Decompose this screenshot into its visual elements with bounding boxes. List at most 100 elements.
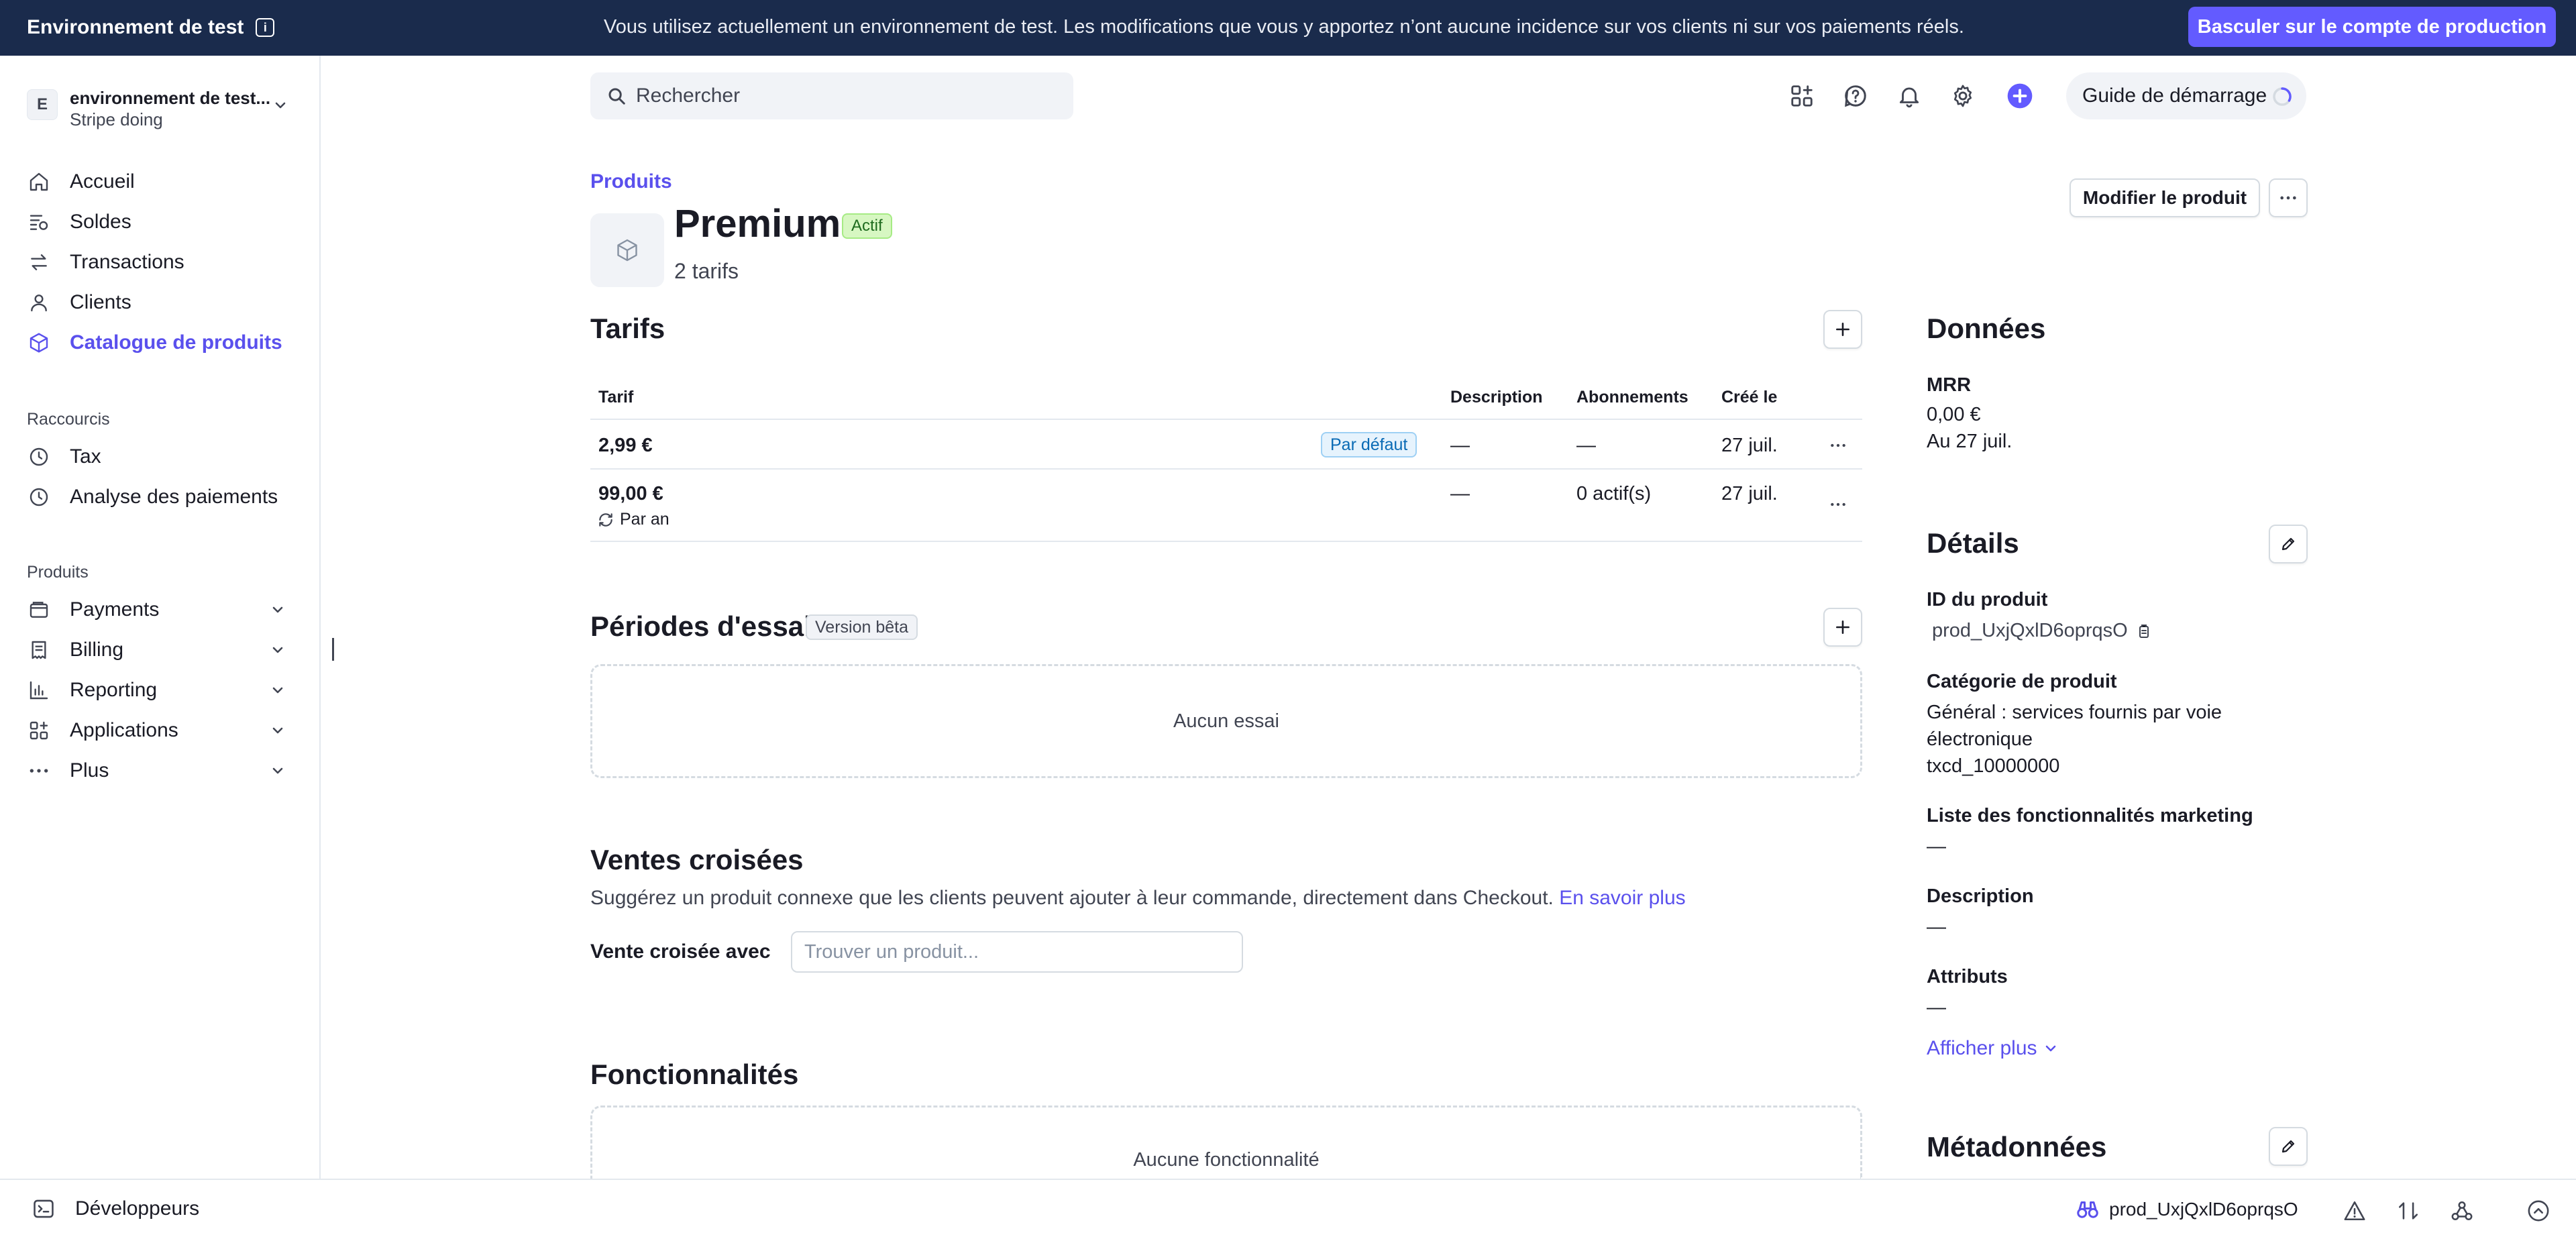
sidebar-item-transactions[interactable]: Transactions: [27, 248, 295, 277]
chevron-up-circle-icon[interactable]: [2525, 1197, 2552, 1224]
gear-icon[interactable]: [1949, 82, 1977, 110]
account-switcher[interactable]: E environnement de test... Stripe doing: [27, 81, 295, 129]
progress-ring-icon: [2273, 87, 2292, 106]
description-label: Description: [1927, 885, 2034, 907]
sidebar-resize-handle[interactable]: [332, 638, 334, 661]
billing-icon: [27, 638, 51, 662]
clock-icon: [27, 445, 51, 469]
bell-icon[interactable]: [1895, 82, 1923, 110]
sidebar-item-billing[interactable]: Billing: [27, 635, 295, 665]
cross-sell-text: Suggérez un produit connexe que les clie…: [590, 887, 1554, 909]
sidebar-item-label: Catalogue de produits: [70, 331, 282, 354]
default-price-badge: Par défaut: [1321, 432, 1417, 457]
details-heading: Détails: [1927, 527, 2019, 559]
sidebar-item-soldes[interactable]: Soldes: [27, 207, 295, 237]
status-badge: Actif: [842, 213, 892, 239]
beta-badge: Version bêta: [806, 614, 918, 640]
category-value-line2: électronique: [1927, 729, 2033, 750]
sidebar-item-reporting[interactable]: Reporting: [27, 676, 295, 705]
wallet-icon: [27, 598, 51, 622]
sidebar-item-payments[interactable]: Payments: [27, 595, 295, 625]
edit-product-button[interactable]: Modifier le produit: [2070, 178, 2260, 217]
create-plus-icon[interactable]: [2006, 82, 2034, 110]
sidebar-item-tax[interactable]: Tax: [27, 442, 295, 472]
sidebar-item-clients[interactable]: Clients: [27, 288, 295, 317]
plus-icon: [1836, 323, 1849, 336]
divider: [590, 419, 1862, 420]
price-description: —: [1450, 435, 1470, 456]
search-bar[interactable]: [590, 72, 1073, 119]
row-actions-icon[interactable]: [1825, 432, 1851, 459]
divider: [590, 468, 1862, 470]
column-header-created[interactable]: Créé le: [1721, 388, 1777, 407]
chevron-down-icon: [272, 767, 283, 774]
product-image[interactable]: [590, 213, 664, 287]
column-header-tarif[interactable]: Tarif: [598, 388, 633, 407]
row-actions-icon[interactable]: [1825, 491, 1851, 518]
mrr-label: MRR: [1927, 374, 1972, 396]
sidebar-item-label: Soldes: [70, 211, 131, 233]
chevron-down-icon: [272, 687, 283, 694]
learn-more-link[interactable]: En savoir plus: [1559, 887, 1685, 909]
data-heading: Données: [1927, 313, 2046, 344]
breadcrumb-products-link[interactable]: Produits: [590, 170, 672, 193]
attributes-value: —: [1927, 997, 1946, 1018]
cross-sell-product-input[interactable]: [791, 931, 1243, 973]
sidebar-item-applications[interactable]: Applications: [27, 716, 295, 745]
sidebar-item-more[interactable]: Plus: [27, 756, 295, 786]
price-amount[interactable]: 2,99 €: [598, 435, 653, 457]
sort-arrows-icon[interactable]: [2395, 1197, 2422, 1224]
features-empty-state: Aucune fonctionnalité: [590, 1105, 1862, 1179]
price-amount[interactable]: 99,00 €: [598, 483, 663, 505]
features-heading: Fonctionnalités: [590, 1059, 799, 1090]
info-icon[interactable]: i: [256, 18, 275, 37]
mrr-value: 0,00 €: [1927, 404, 1981, 425]
interval-label: Par an: [620, 510, 669, 529]
developers-label: Développeurs: [75, 1197, 200, 1220]
cross-sell-heading: Ventes croisées: [590, 844, 804, 875]
edit-details-button[interactable]: [2269, 525, 2308, 563]
setup-guide-label: Guide de démarrage: [2082, 85, 2267, 107]
more-icon: [27, 759, 51, 783]
sidebar-item-product-catalog[interactable]: Catalogue de produits: [27, 328, 295, 358]
chevron-down-icon: [275, 102, 286, 109]
setup-guide-button[interactable]: Guide de démarrage: [2066, 72, 2306, 119]
clock-icon: [27, 485, 51, 509]
webhooks-icon[interactable]: [2449, 1197, 2475, 1224]
shortcuts-heading: Raccourcis: [27, 410, 110, 429]
more-icon: [2280, 196, 2296, 200]
chevron-down-icon: [2045, 1045, 2055, 1052]
show-more-link[interactable]: Afficher plus: [1927, 1037, 2059, 1060]
warning-icon[interactable]: [2341, 1197, 2368, 1224]
add-price-button[interactable]: [1823, 310, 1862, 349]
sidebar-item-accueil[interactable]: Accueil: [27, 167, 295, 197]
marketing-features-label: Liste des fonctionnalités marketing: [1927, 805, 2253, 826]
developers-button[interactable]: Développeurs: [32, 1197, 199, 1220]
products-heading: Produits: [27, 563, 89, 582]
sidebar-item-label: Transactions: [70, 251, 184, 273]
mrr-date: Au 27 juil.: [1927, 431, 2012, 452]
category-value-line1: Général : services fournis par voie: [1927, 702, 2222, 723]
banner-title-text: Environnement de test: [27, 16, 244, 38]
search-icon: [608, 88, 625, 105]
sidebar-item-label: Billing: [70, 639, 124, 661]
copy-icon[interactable]: [2136, 623, 2152, 639]
column-header-subscriptions[interactable]: Abonnements: [1576, 388, 1688, 407]
search-input[interactable]: [636, 85, 1038, 107]
edit-metadata-button[interactable]: [2269, 1127, 2308, 1166]
test-mode-banner: Environnement de test i Vous utilisez ac…: [0, 0, 2576, 56]
add-trial-button[interactable]: [1823, 608, 1862, 647]
switch-to-production-button[interactable]: Basculer sur le compte de production: [2188, 7, 2556, 47]
help-icon[interactable]: [1841, 82, 1870, 110]
trials-heading: Périodes d'essai: [590, 610, 812, 642]
object-inspector-button[interactable]: prod_UxjQxlD6oprqsO: [2076, 1197, 2298, 1222]
chevron-down-icon: [272, 647, 283, 653]
bottom-bar: Développeurs prod_UxjQxlD6oprqsO: [0, 1179, 2576, 1241]
apps-grid-icon[interactable]: [1788, 82, 1816, 110]
column-header-description[interactable]: Description: [1450, 388, 1543, 407]
more-actions-button[interactable]: [2269, 178, 2308, 217]
recurring-interval: Par an: [597, 510, 669, 529]
person-icon: [27, 290, 51, 315]
sidebar-item-payment-analytics[interactable]: Analyse des paiements: [27, 482, 295, 512]
binoculars-icon: [2077, 1201, 2098, 1218]
